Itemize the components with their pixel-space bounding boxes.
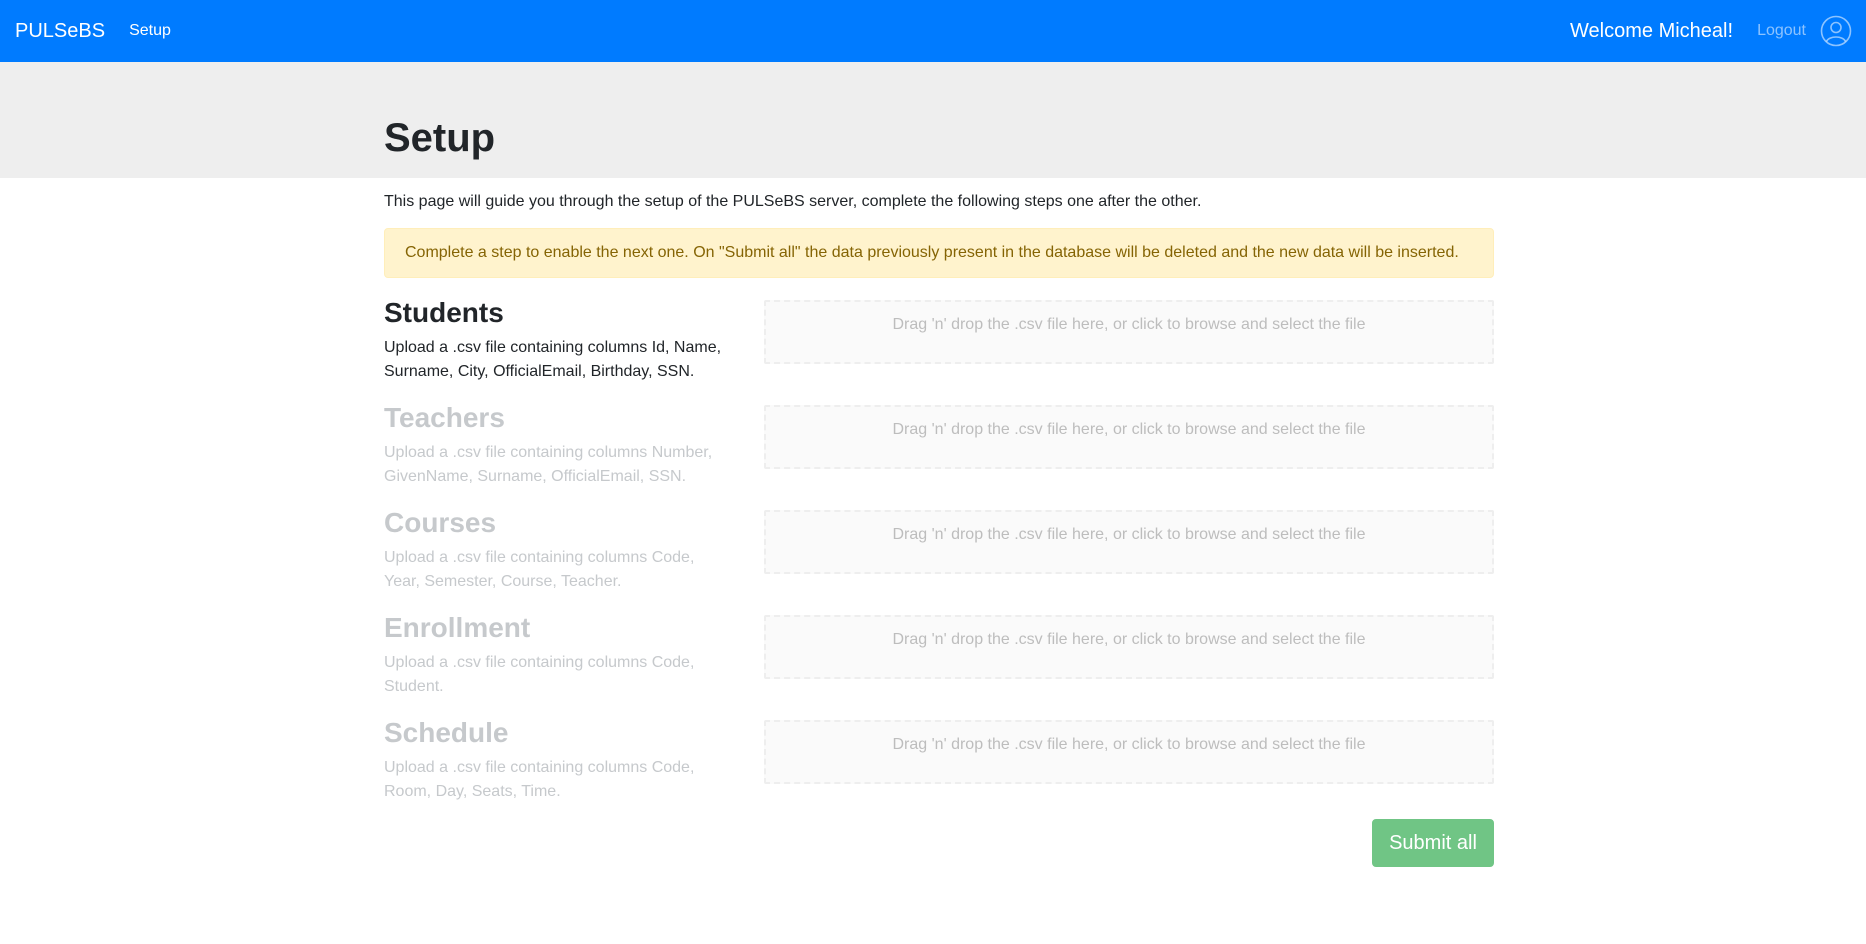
alert-text: Complete a step to enable the next one. … (405, 244, 1459, 261)
step-description: Upload a .csv file containing columns Nu… (384, 443, 713, 485)
warning-alert: Complete a step to enable the next one. … (384, 228, 1494, 278)
step-description: Upload a .csv file containing columns Co… (384, 758, 695, 800)
enrollment-dropzone: Drag 'n' drop the .csv file here, or cli… (764, 615, 1494, 679)
step-description: Upload a .csv file containing columns Id… (384, 338, 722, 380)
step-title: Enrollment (384, 612, 531, 643)
logout-link[interactable]: Logout (1757, 22, 1806, 40)
step-title: Teachers (384, 402, 505, 433)
page-header: Setup (0, 62, 1866, 178)
submit-all-button[interactable]: Submit all (1372, 819, 1494, 867)
step-title: Students (384, 297, 504, 328)
step-schedule: Schedule Upload a .csv file containing c… (384, 716, 1494, 816)
step-info: Schedule Upload a .csv file containing c… (384, 716, 734, 804)
step-info: Teachers Upload a .csv file containing c… (384, 401, 734, 489)
step-teachers: Teachers Upload a .csv file containing c… (384, 401, 1494, 501)
user-circle-icon[interactable] (1820, 15, 1852, 47)
teachers-dropzone: Drag 'n' drop the .csv file here, or cli… (764, 405, 1494, 469)
navbar: PULSeBS Setup Welcome Micheal! Logout (0, 0, 1866, 62)
page-title: Setup (384, 116, 496, 160)
step-title: Courses (384, 507, 497, 538)
brand-link[interactable]: PULSeBS (15, 20, 105, 43)
step-description: Upload a .csv file containing columns Co… (384, 653, 695, 695)
step-info: Courses Upload a .csv file containing co… (384, 506, 734, 594)
nav-link-setup[interactable]: Setup (129, 22, 171, 40)
welcome-text: Welcome Micheal! (1570, 19, 1734, 42)
schedule-dropzone: Drag 'n' drop the .csv file here, or cli… (764, 720, 1494, 784)
step-enrollment: Enrollment Upload a .csv file containing… (384, 611, 1494, 711)
courses-dropzone: Drag 'n' drop the .csv file here, or cli… (764, 510, 1494, 574)
navbar-right: Welcome Micheal! Logout (1570, 0, 1866, 62)
students-dropzone[interactable]: Drag 'n' drop the .csv file here, or cli… (764, 300, 1494, 364)
step-students: Students Upload a .csv file containing c… (384, 296, 1494, 396)
step-title: Schedule (384, 717, 509, 748)
step-description: Upload a .csv file containing columns Co… (384, 548, 695, 590)
step-info: Students Upload a .csv file containing c… (384, 296, 734, 384)
step-info: Enrollment Upload a .csv file containing… (384, 611, 734, 699)
step-courses: Courses Upload a .csv file containing co… (384, 506, 1494, 606)
intro-text: This page will guide you through the set… (384, 193, 1202, 210)
